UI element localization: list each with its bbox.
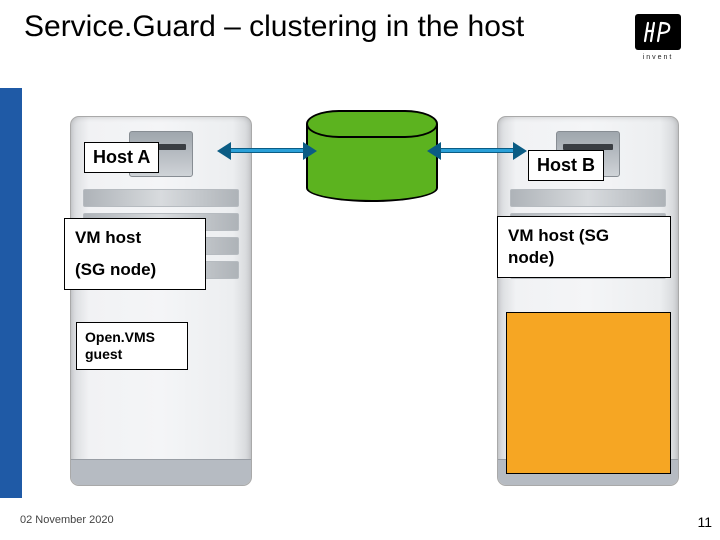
vm-host-a-line1: VM host xyxy=(75,227,195,249)
openvms-guest-box: Open.VMS guest xyxy=(76,322,188,370)
hp-glyph-icon xyxy=(642,20,674,44)
arrow-right-icon xyxy=(303,142,317,160)
diagram-area: Host A Host B VM host (SG node) VM host … xyxy=(0,88,720,498)
hp-logo-icon xyxy=(635,14,681,50)
shared-storage-cylinder xyxy=(306,110,438,202)
arrow-right-icon xyxy=(513,142,527,160)
slide-title: Service.Guard – clustering in the host xyxy=(24,10,620,45)
link-b-to-storage xyxy=(440,148,514,153)
vm-host-a-box: VM host (SG node) xyxy=(64,218,206,290)
hp-logo: invent xyxy=(628,14,688,61)
link-a-to-storage xyxy=(230,148,304,153)
vm-host-a-line2: (SG node) xyxy=(75,259,195,281)
hp-logo-caption: invent xyxy=(628,54,688,61)
arrow-left-icon xyxy=(217,142,231,160)
arrow-left-icon xyxy=(427,142,441,160)
host-b-label: Host B xyxy=(528,150,604,181)
footer-date: 02 November 2020 xyxy=(20,514,114,526)
package-box xyxy=(506,312,671,474)
host-a-label: Host A xyxy=(84,142,159,173)
footer-page-number: 11 xyxy=(697,514,712,530)
vm-host-b-box: VM host (SG node) xyxy=(497,216,671,278)
